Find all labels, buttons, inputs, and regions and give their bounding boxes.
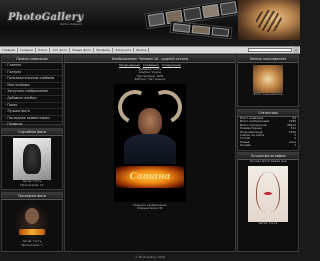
image-title: Изображение: Человек Ш - родной сатана [65,56,235,63]
menu-item-comments[interactable]: Последние комментарии [2,116,62,123]
page-footer: © PhotoGallery 2008 [135,255,165,259]
image-footer: Оценить изображение Комментарии (0) [65,203,235,211]
header-tiger-image [238,0,300,40]
film-frame [183,6,202,22]
nav-profile[interactable]: Профиль [94,48,114,52]
random-photo-views: Просмотров: 12 [20,182,44,187]
menu-item-add-album[interactable]: Добавить альбом [2,96,62,103]
stat-row: Онлайн 1 [238,143,298,148]
film-frame [201,3,220,19]
latest-photo-thumbnail[interactable] [13,202,51,240]
nav-top-photos[interactable]: Топ фото [50,48,71,52]
stat-label: Онлайн [240,143,252,148]
best-photo-panel: Лучшая фотография Лучшая фотография дня … [237,152,299,252]
stat-value: 1 [294,143,296,148]
latest-photo-views: Просмотров: 7 [21,242,43,247]
best-photo-thumbnail[interactable] [248,165,288,222]
user-panel: Панель пользователя Фото пользователя [237,55,299,107]
site-logo-subtitle: фото-галерея [60,22,82,26]
random-photo-title: Случайное фото [2,129,62,136]
image-info: Добавил: Гость Альбом: Ужасы Просмотров:… [65,67,235,82]
film-frame [211,27,230,37]
image-view-panel: Изображение: Человек Ш - родной сатана П… [64,55,236,252]
photo-body [124,133,176,164]
navigation-panel: Панель навигации Главная Галерея Пользов… [1,55,63,136]
best-photo-subtitle: Лучшая фотография дня [249,159,287,163]
statistics-panel: Статистика Всего альбомов 54 Всего изобра… [237,109,299,151]
nav-upload[interactable]: Загрузить [113,48,135,52]
menu-item-user-albums[interactable]: Пользовательские альбомы [2,76,62,83]
image-rating: Рейтинг: Нет оценок [134,77,166,82]
main-photo[interactable]: Сатана [114,83,186,202]
menu-item-gallery[interactable]: Галерея [2,70,62,77]
prev-image-link[interactable]: Предыдущее [118,63,141,67]
menu-item-search[interactable]: Поиск [2,103,62,110]
nav-new-photos[interactable]: Новые фото [70,48,95,52]
nav-home[interactable]: Главная [0,48,18,52]
latest-photo-title: Последнее фото [2,193,62,200]
film-frame [172,23,191,33]
menu-item-home[interactable]: Главная [2,63,62,70]
next-image-link[interactable]: Следующее [161,63,182,67]
search-button[interactable]: » [293,47,299,53]
nav-search[interactable]: Поиск [36,48,51,52]
nav-gallery[interactable]: Галерея [18,48,36,52]
top-navigation-bar: Главная Галерея Поиск Топ фото Новые фот… [0,46,300,54]
film-frame [219,1,238,16]
site-header: PhotoGallery фото-галерея [0,0,300,46]
search-input[interactable] [248,48,292,52]
comments-link[interactable]: Комментарии (0) [65,207,235,211]
navigation-panel-title: Панель навигации [2,56,62,63]
random-photo-thumbnail[interactable] [13,138,51,180]
film-frame [147,12,166,27]
user-photo-caption: Фото пользователя [253,92,283,96]
menu-item-upload[interactable]: Загрузить изображение [2,89,62,96]
film-frame [191,25,211,35]
menu-item-best[interactable]: Лучшие фото [2,109,62,116]
menu-item-my-albums[interactable]: Мои альбомы [2,83,62,90]
photo-face [138,107,162,136]
avatar[interactable] [253,65,283,93]
random-photo-panel: Случайное фото Автор: Гость Просмотров: … [1,128,63,190]
latest-photo-panel: Последнее фото Автор: Гость Просмотров: … [1,192,63,252]
user-panel-title: Панель пользователя [238,56,298,63]
filmstrip-decoration-2 [169,20,233,40]
best-photo-author: Автор: Гость [258,220,278,225]
nav-logout[interactable]: Выход [134,48,150,52]
photo-fire-text: Сатана [129,171,171,182]
